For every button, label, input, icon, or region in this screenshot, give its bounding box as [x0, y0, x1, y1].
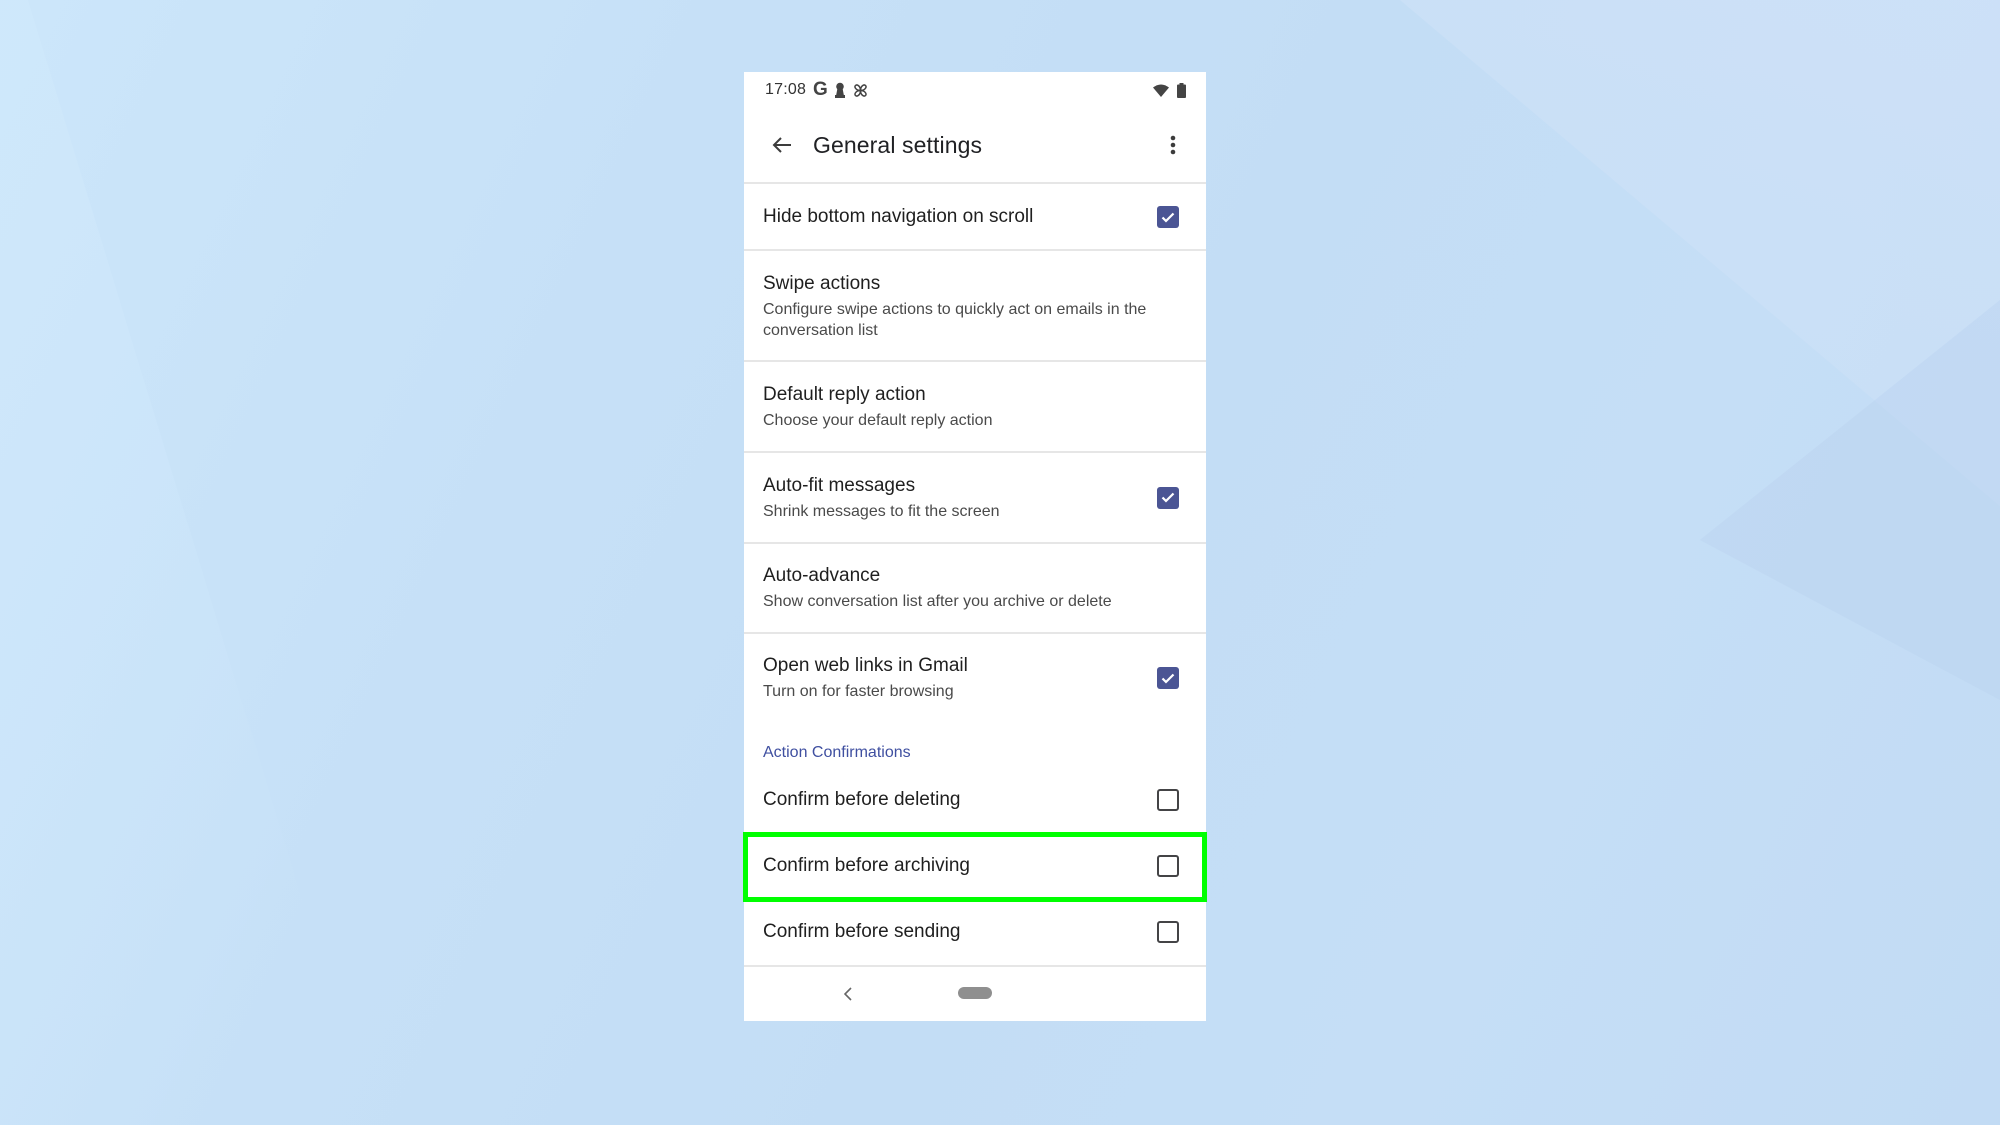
- more-options-button[interactable]: [1158, 125, 1188, 165]
- auto-fit-messages-checkbox[interactable]: [1157, 486, 1179, 509]
- pinwheel-icon: [852, 82, 869, 99]
- checkmark-icon: [1161, 492, 1175, 503]
- setting-open-web-links[interactable]: Open web links in Gmail Turn on for fast…: [744, 634, 1206, 722]
- app-bar: General settings: [744, 108, 1206, 182]
- home-pill-icon[interactable]: [958, 987, 992, 999]
- setting-title: Confirm before deleting: [763, 789, 961, 810]
- battery-icon: [1177, 82, 1186, 98]
- wifi-icon: [1153, 84, 1169, 97]
- system-navigation-bar: [744, 968, 1206, 1021]
- setting-title: Swipe actions: [763, 272, 881, 294]
- setting-confirm-before-deleting[interactable]: Confirm before deleting: [744, 772, 1206, 828]
- status-bar: 17:08 G: [744, 72, 1206, 108]
- nav-back-icon: [844, 987, 852, 1001]
- background-shape: [1700, 300, 2000, 700]
- checkmark-icon: [1161, 212, 1175, 223]
- setting-subtitle: Turn on for faster browsing: [763, 683, 954, 700]
- setting-auto-advance[interactable]: Auto-advance Show conversation list afte…: [744, 544, 1206, 632]
- confirm-before-archiving-checkbox[interactable]: [1157, 855, 1179, 877]
- background-shape: [0, 0, 371, 1125]
- back-button[interactable]: [762, 125, 802, 165]
- nav-back-button[interactable]: [838, 982, 858, 1006]
- setting-title: Default reply action: [763, 383, 926, 405]
- divider: [744, 965, 1206, 967]
- setting-title: Auto-fit messages: [763, 474, 916, 496]
- phone-screen: 17:08 G General settings Hide bottom nav…: [744, 72, 1206, 1021]
- setting-title: Auto-advance: [763, 565, 881, 586]
- setting-subtitle: Show conversation list after you archive…: [763, 593, 1112, 610]
- page-title: General settings: [813, 131, 983, 158]
- setting-hide-bottom-navigation[interactable]: Hide bottom navigation on scroll: [744, 184, 1206, 250]
- setting-confirm-before-archiving[interactable]: Confirm before archiving: [744, 838, 1206, 894]
- setting-title: Open web links in Gmail: [763, 655, 968, 676]
- setting-confirm-before-sending[interactable]: Confirm before sending: [744, 904, 1206, 960]
- setting-subtitle: Choose your default reply action: [763, 411, 993, 429]
- background-shape: [1400, 0, 2000, 507]
- checkmark-icon: [1161, 673, 1175, 684]
- setting-swipe-actions[interactable]: Swipe actions Configure swipe actions to…: [744, 251, 1206, 361]
- setting-auto-fit-messages[interactable]: Auto-fit messages Shrink messages to fit…: [744, 453, 1206, 542]
- hide-bottom-navigation-checkbox[interactable]: [1157, 206, 1179, 228]
- setting-subtitle: Shrink messages to fit the screen: [763, 502, 1000, 520]
- setting-subtitle: Configure swipe actions to quickly act o…: [763, 300, 1147, 339]
- setting-title: Confirm before sending: [763, 921, 961, 942]
- confirm-before-sending-checkbox[interactable]: [1157, 921, 1179, 943]
- google-g-icon: G: [813, 79, 828, 100]
- keyhole-icon: [834, 82, 845, 98]
- section-header-action-confirmations: Action Confirmations: [763, 744, 911, 761]
- setting-default-reply-action[interactable]: Default reply action Choose your default…: [744, 362, 1206, 451]
- confirm-before-deleting-checkbox[interactable]: [1157, 789, 1179, 811]
- setting-title: Hide bottom navigation on scroll: [763, 206, 1034, 227]
- open-web-links-checkbox[interactable]: [1157, 667, 1179, 689]
- status-time: 17:08: [765, 81, 807, 98]
- setting-title: Confirm before archiving: [763, 855, 970, 876]
- arrow-back-icon: [772, 137, 791, 153]
- more-vert-icon: [1170, 135, 1176, 155]
